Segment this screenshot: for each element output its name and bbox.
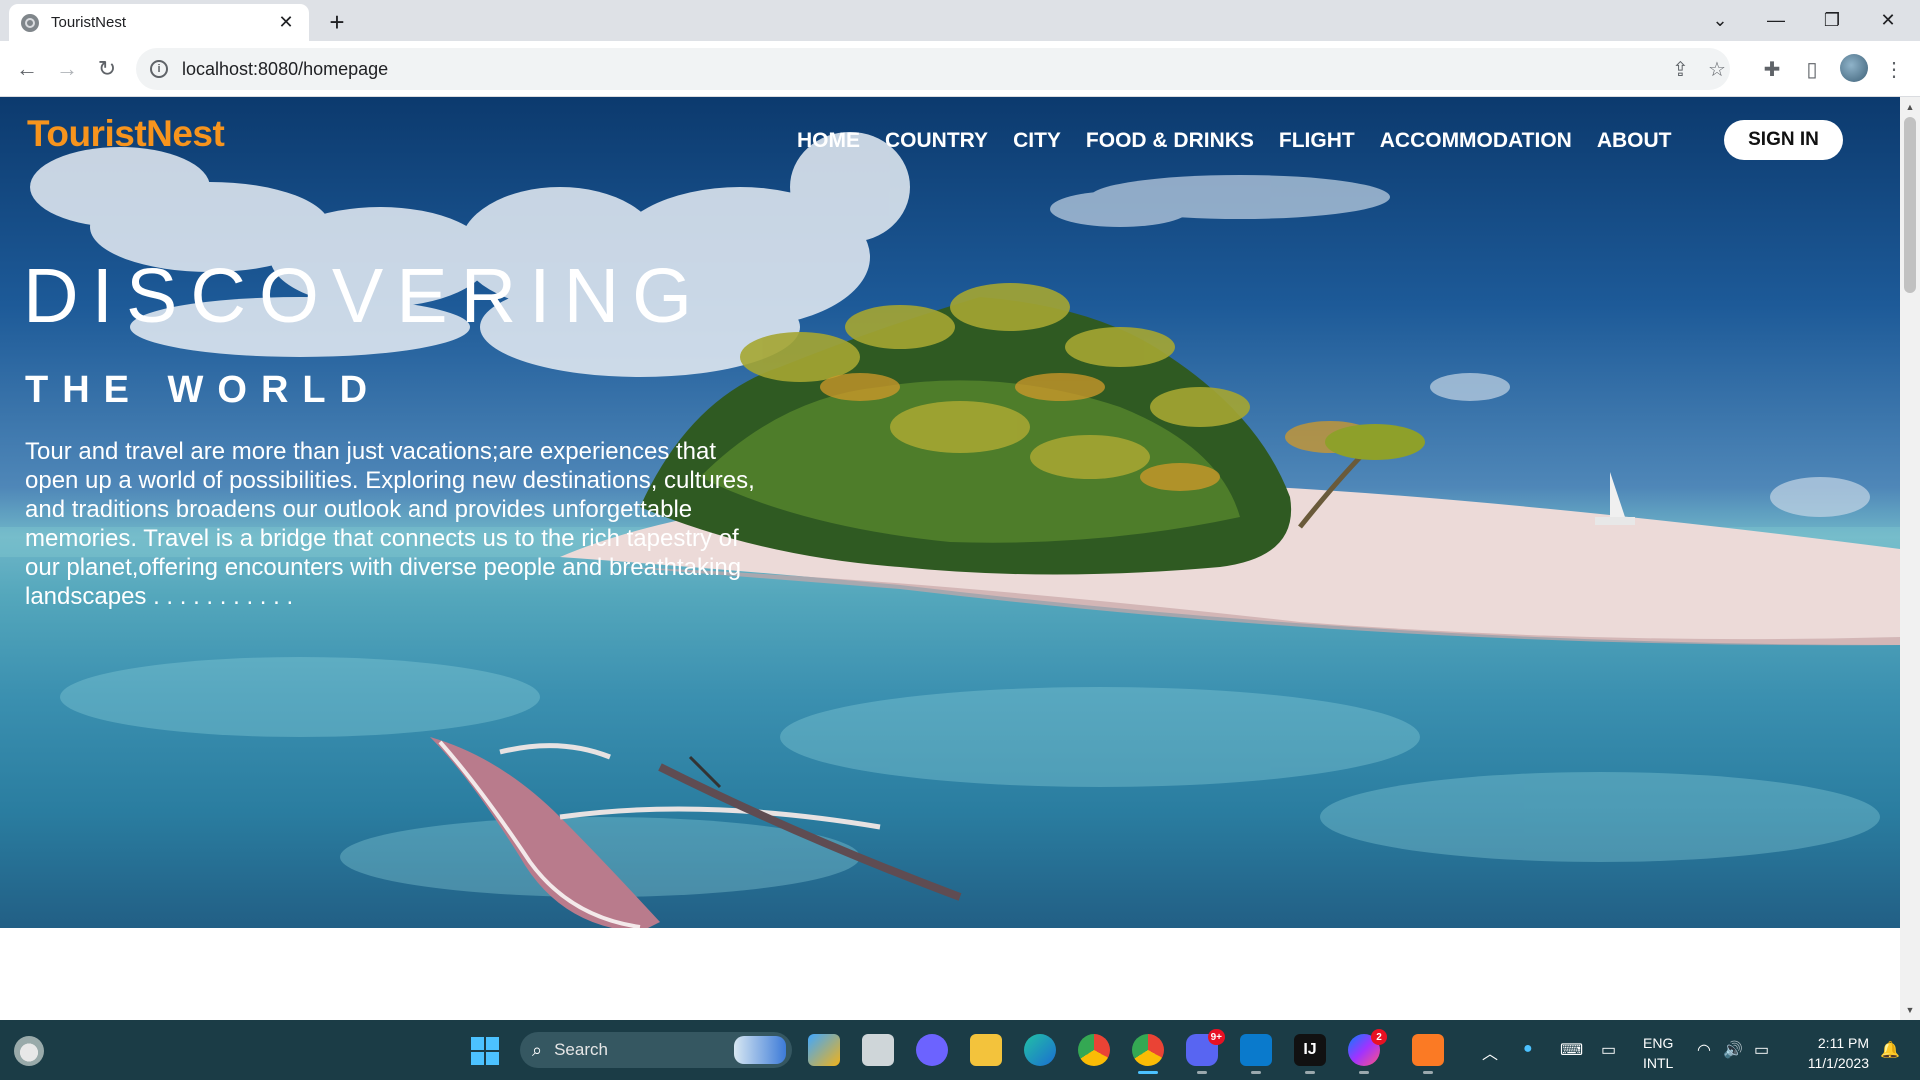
- intellij-label: IJ: [1303, 1041, 1317, 1058]
- scroll-down-arrow-icon[interactable]: ▼: [1900, 1002, 1920, 1018]
- wifi-icon[interactable]: ◠: [1697, 1040, 1711, 1060]
- running-app-indicator: [1359, 1071, 1369, 1074]
- hero-subheadline: THE WORLD: [25, 369, 382, 411]
- running-app-indicator: [1423, 1071, 1433, 1074]
- bookmark-star-icon[interactable]: ☆: [1708, 57, 1726, 82]
- weather-widget-icon[interactable]: [14, 1036, 44, 1066]
- show-hidden-icons-chevron-icon[interactable]: ︿: [1482, 1040, 1498, 1064]
- clock-date: 11/1/2023: [1807, 1055, 1869, 1071]
- nav-flight[interactable]: FLIGHT: [1279, 129, 1355, 153]
- extensions-icon[interactable]: ✚: [1758, 55, 1786, 83]
- sign-in-button[interactable]: SIGN IN: [1724, 120, 1843, 160]
- chrome-icon[interactable]: [1078, 1034, 1110, 1066]
- battery-icon[interactable]: ▭: [1754, 1040, 1769, 1060]
- main-navigation: HOME COUNTRY CITY FOOD & DRINKS FLIGHT A…: [797, 129, 1672, 153]
- zoom-app-icon[interactable]: [916, 1034, 948, 1066]
- running-app-indicator: [1197, 1071, 1207, 1074]
- active-app-indicator: [1138, 1071, 1158, 1074]
- forward-button[interactable]: →: [51, 53, 83, 85]
- windows-taskbar: ⌕ Search 9+ IJ 2 ︿ ● ⌨ ▭ ENG INTL ◠ 🔊 ▭ …: [0, 1020, 1920, 1080]
- nav-city[interactable]: CITY: [1013, 129, 1061, 153]
- back-button[interactable]: ←: [11, 53, 43, 85]
- profile-avatar[interactable]: [1840, 54, 1868, 82]
- browser-toolbar: ← → ↻ i localhost:8080/homepage ⇪ ☆ ✚ ▯ …: [0, 41, 1920, 97]
- file-explorer-icon[interactable]: [970, 1034, 1002, 1066]
- microphone-icon[interactable]: ●: [1523, 1040, 1533, 1058]
- nav-accommodation[interactable]: ACCOMMODATION: [1380, 129, 1572, 153]
- globe-icon: [21, 13, 39, 32]
- nav-food-drinks[interactable]: FOOD & DRINKS: [1086, 129, 1254, 153]
- input-language-indicator[interactable]: ENG INTL: [1643, 1033, 1673, 1073]
- scrollbar-thumb[interactable]: [1904, 117, 1916, 293]
- discord-badge: 9+: [1207, 1029, 1225, 1045]
- clock-time: 2:11 PM: [1817, 1035, 1869, 1051]
- page-viewport: TouristNest HOME COUNTRY CITY FOOD & DRI…: [0, 97, 1900, 1020]
- url-text[interactable]: localhost:8080/homepage: [182, 59, 388, 80]
- copilot-app-icon[interactable]: [808, 1034, 840, 1066]
- tab-title: TouristNest: [51, 14, 127, 31]
- browser-tabstrip: TouristNest ✕ + ⌄ — ❐ ✕: [0, 0, 1920, 41]
- lang-line1: ENG: [1643, 1035, 1674, 1051]
- vscode-app-icon[interactable]: [1240, 1034, 1272, 1074]
- scroll-up-arrow-icon[interactable]: ▲: [1900, 99, 1920, 115]
- search-icon: ⌕: [532, 1039, 543, 1060]
- taskbar-search-placeholder: Search: [554, 1040, 608, 1059]
- nav-about[interactable]: ABOUT: [1597, 129, 1672, 153]
- hero-section: TouristNest HOME COUNTRY CITY FOOD & DRI…: [0, 97, 1900, 928]
- taskbar-search[interactable]: ⌕ Search: [520, 1032, 792, 1068]
- minimize-button[interactable]: —: [1748, 0, 1804, 41]
- keyboard-icon[interactable]: ⌨: [1560, 1040, 1583, 1060]
- new-tab-button[interactable]: +: [321, 6, 353, 38]
- menu-kebab-icon[interactable]: ⋮: [1880, 55, 1908, 83]
- close-tab-icon[interactable]: ✕: [275, 12, 297, 33]
- search-highlight-image: [734, 1036, 786, 1064]
- restore-button[interactable]: ❐: [1804, 0, 1860, 41]
- lang-line2: INTL: [1643, 1055, 1674, 1071]
- running-app-indicator: [1251, 1071, 1261, 1074]
- start-button[interactable]: [471, 1037, 499, 1065]
- messenger-app-icon[interactable]: 2: [1348, 1029, 1387, 1074]
- reload-button[interactable]: ↻: [91, 53, 123, 85]
- site-info-icon[interactable]: i: [150, 60, 168, 78]
- system-clock[interactable]: 2:11 PM 11/1/2023: [1793, 1033, 1869, 1073]
- browser-tab-touristnest[interactable]: TouristNest ✕: [9, 4, 309, 41]
- nav-country[interactable]: COUNTRY: [885, 129, 988, 153]
- discord-app-icon[interactable]: 9+: [1186, 1029, 1225, 1074]
- close-window-button[interactable]: ✕: [1860, 0, 1916, 41]
- page-scrollbar[interactable]: ▲ ▼: [1900, 97, 1920, 1020]
- chrome-active-icon[interactable]: [1132, 1034, 1164, 1074]
- site-logo[interactable]: TouristNest: [27, 113, 225, 155]
- task-view-icon[interactable]: [862, 1034, 894, 1066]
- display-icon[interactable]: ▭: [1601, 1040, 1616, 1060]
- volume-icon[interactable]: 🔊: [1723, 1040, 1743, 1060]
- intellij-app-icon[interactable]: IJ: [1294, 1034, 1326, 1074]
- hero-headline: DISCOVERING: [23, 253, 706, 339]
- nav-home[interactable]: HOME: [797, 129, 860, 153]
- messenger-badge: 2: [1371, 1029, 1387, 1045]
- hero-intro-text: Tour and travel are more than just vacat…: [25, 438, 755, 610]
- notification-bell-icon[interactable]: 🔔: [1880, 1040, 1900, 1060]
- edge-dev-icon[interactable]: [1024, 1034, 1056, 1066]
- side-panel-icon[interactable]: ▯: [1798, 55, 1826, 83]
- share-icon[interactable]: ⇪: [1672, 57, 1689, 82]
- running-app-indicator: [1305, 1071, 1315, 1074]
- xampp-app-icon[interactable]: [1412, 1034, 1444, 1074]
- tab-search-button[interactable]: ⌄: [1692, 0, 1748, 41]
- address-bar[interactable]: i localhost:8080/homepage ⇪ ☆: [136, 48, 1730, 90]
